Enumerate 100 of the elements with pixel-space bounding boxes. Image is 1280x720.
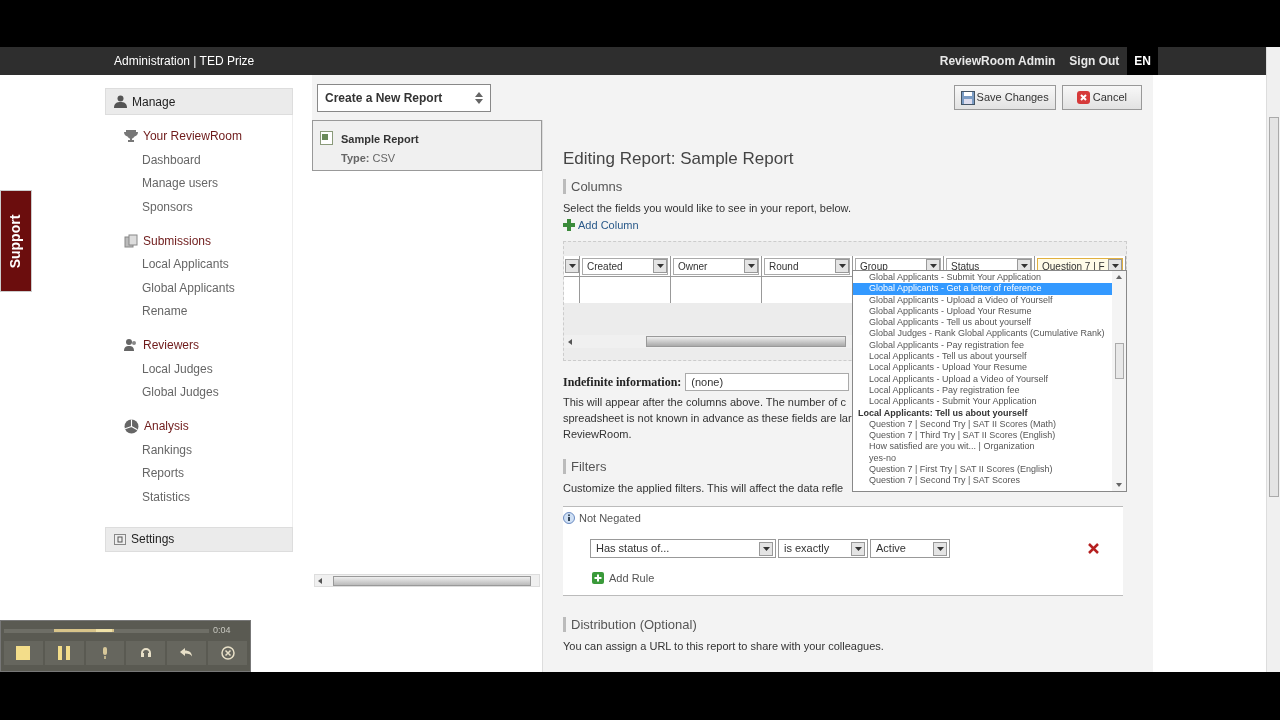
report-select[interactable]: Create a New Report bbox=[317, 83, 491, 112]
dropdown-button[interactable] bbox=[933, 541, 947, 556]
editor-title: Editing Report: Sample Report bbox=[563, 148, 795, 166]
dropdown-option[interactable]: Global Applicants - Upload Your Resume bbox=[853, 305, 1112, 318]
info-icon bbox=[563, 511, 575, 524]
rule-field-select[interactable]: Has status of... bbox=[590, 539, 776, 558]
column-select[interactable]: Owner bbox=[673, 257, 759, 275]
sidebar-item[interactable]: Dashboard bbox=[142, 150, 201, 169]
caret-icon bbox=[854, 546, 862, 551]
indefinite-select[interactable]: (none) bbox=[685, 373, 850, 391]
dropdown-option[interactable]: Global Applicants - Upload a Video of Yourself bbox=[853, 294, 1112, 306]
report-type: Type: CSV bbox=[341, 150, 397, 166]
indefinite-description: spreadsheet is not known in advance as these fields are lar bbox=[563, 411, 852, 426]
negation-label[interactable]: Not Negated bbox=[579, 509, 641, 526]
dropdown-button[interactable] bbox=[851, 541, 865, 556]
dropdown-option[interactable]: Local Applicants - Pay registration fee bbox=[853, 384, 1112, 397]
dropdown-option[interactable]: Global Judges - Rank Global Applicants (Cumulative Rank) bbox=[853, 328, 1112, 340]
sidebar-group[interactable]: Reviewers bbox=[143, 336, 199, 354]
sidebar-item[interactable]: Local Applicants bbox=[142, 255, 229, 274]
section-heading: Columns bbox=[563, 179, 1127, 194]
documents-icon bbox=[124, 233, 138, 248]
scroll-left-icon[interactable] bbox=[568, 338, 572, 345]
sidebar-item[interactable]: Manage users bbox=[142, 174, 219, 193]
pause-icon[interactable] bbox=[44, 641, 84, 665]
list-scrollbar[interactable] bbox=[1112, 271, 1126, 491]
manage-header[interactable]: Manage bbox=[105, 88, 293, 115]
horizontal-scrollbar[interactable] bbox=[314, 574, 540, 587]
delete-icon[interactable] bbox=[1088, 543, 1099, 554]
caret-icon bbox=[929, 264, 937, 268]
rule-value-select[interactable]: Active bbox=[870, 539, 950, 558]
sidebar-item[interactable]: Statistics bbox=[142, 487, 190, 506]
rule-operator-select[interactable]: is exactly bbox=[778, 539, 868, 558]
dropdown-option[interactable]: Global Applicants - Tell us about yourself bbox=[853, 317, 1112, 329]
caret-icon bbox=[656, 264, 664, 268]
section-heading: Distribution (Optional) bbox=[563, 616, 1127, 632]
indefinite-label: Indefinite information: bbox=[563, 374, 682, 391]
sort-arrows-icon bbox=[475, 91, 483, 104]
caret-icon bbox=[936, 546, 944, 551]
sign-out-link[interactable]: Sign Out bbox=[1069, 52, 1120, 70]
undo-icon[interactable] bbox=[167, 641, 207, 665]
stop-icon[interactable] bbox=[4, 641, 43, 665]
page-scrollbar[interactable] bbox=[1266, 47, 1280, 672]
support-tab[interactable]: Support bbox=[0, 190, 32, 292]
dropdown-button[interactable] bbox=[565, 259, 579, 273]
dropdown-option[interactable]: Question 7 | First Try | SAT II Scores (English) bbox=[853, 464, 1112, 476]
dropdown-option[interactable]: Question 7 | Second Try | SAT II Scores (Math) bbox=[853, 418, 1112, 431]
dropdown-button[interactable] bbox=[744, 259, 758, 273]
sidebar-item[interactable]: Global Applicants bbox=[142, 278, 235, 297]
horizontal-scrollbar[interactable] bbox=[564, 335, 854, 348]
dropdown-option[interactable]: Local Applicants - Upload a Video of Yourself bbox=[853, 373, 1112, 385]
settings-icon bbox=[114, 533, 126, 545]
sidebar-item[interactable]: Reports bbox=[142, 464, 185, 483]
headphones-icon[interactable] bbox=[126, 641, 166, 665]
settings-header[interactable]: Settings bbox=[105, 526, 293, 552]
user-link[interactable]: ReviewRoom Admin bbox=[939, 52, 1056, 70]
indefinite-description: This will appear after the columns above. The number of c bbox=[563, 395, 846, 410]
sidebar-item[interactable]: Global Judges bbox=[142, 383, 219, 402]
dropdown-option[interactable]: Local Applicants - Submit Your Application bbox=[853, 396, 1112, 408]
dropdown-button[interactable] bbox=[759, 541, 773, 556]
sidebar-item[interactable]: Local Judges bbox=[142, 359, 213, 378]
column-select[interactable]: Round bbox=[764, 257, 850, 275]
save-changes-button[interactable]: Save Changes bbox=[953, 85, 1056, 110]
recorder-time: 0:04 bbox=[213, 624, 231, 638]
dropdown-button[interactable] bbox=[653, 259, 667, 273]
sidebar-group[interactable]: Your ReviewRoom bbox=[143, 127, 242, 145]
column-select[interactable]: Created bbox=[582, 257, 668, 275]
dropdown-option[interactable]: Global Applicants - Submit Your Application bbox=[853, 272, 1112, 284]
sidebar-item[interactable]: Rename bbox=[142, 302, 188, 321]
dropdown-option[interactable]: Question 7 | Third Try | SAT II Scores (English) bbox=[853, 430, 1112, 442]
sidebar-group[interactable]: Submissions bbox=[143, 231, 212, 250]
sidebar-item[interactable]: Rankings bbox=[142, 440, 193, 459]
dropdown-option[interactable]: Question 7 | Second Try | SAT Scores bbox=[853, 475, 1112, 487]
caret-icon bbox=[762, 546, 770, 551]
add-column-link[interactable]: Add Column bbox=[563, 216, 639, 233]
scroll-down-icon[interactable] bbox=[1116, 483, 1122, 487]
dropdown-button[interactable] bbox=[835, 259, 849, 273]
microphone-icon[interactable] bbox=[85, 641, 125, 665]
app-title: Administration | TED Prize bbox=[114, 53, 255, 70]
pie-chart-icon bbox=[124, 418, 139, 434]
columns-description: Select the fields you would like to see in your report, below. bbox=[563, 201, 852, 216]
sidebar-item[interactable]: Sponsors bbox=[142, 197, 193, 216]
plus-icon bbox=[563, 218, 575, 231]
distribution-description: You can assign a URL to this report to share with your colleagues. bbox=[563, 638, 885, 654]
close-icon[interactable] bbox=[208, 641, 247, 665]
caret-icon bbox=[747, 264, 755, 268]
caret-icon bbox=[1111, 264, 1119, 268]
dropdown-option[interactable]: How satisfied are you wit... | Organization bbox=[853, 441, 1112, 453]
sidebar-group[interactable]: Analysis bbox=[144, 417, 189, 435]
report-item[interactable]: Sample Report Type: CSV bbox=[312, 120, 542, 171]
dropdown-option[interactable]: Local Applicants - Tell us about yourself bbox=[853, 351, 1112, 363]
dropdown-option[interactable]: Local Applicants - Upload Your Resume bbox=[853, 362, 1112, 374]
timeline-bar[interactable] bbox=[4, 629, 209, 633]
scroll-thumb[interactable] bbox=[1114, 343, 1124, 379]
caret-icon bbox=[838, 264, 846, 268]
cancel-button[interactable]: Cancel bbox=[1061, 85, 1142, 110]
caret-icon bbox=[568, 264, 576, 268]
dropdown-option[interactable]: Global Applicants - Pay registration fee bbox=[853, 339, 1112, 352]
scroll-left-icon[interactable] bbox=[318, 577, 322, 584]
add-rule-link[interactable]: Add Rule bbox=[592, 570, 655, 587]
language-button[interactable]: EN bbox=[1127, 47, 1158, 75]
